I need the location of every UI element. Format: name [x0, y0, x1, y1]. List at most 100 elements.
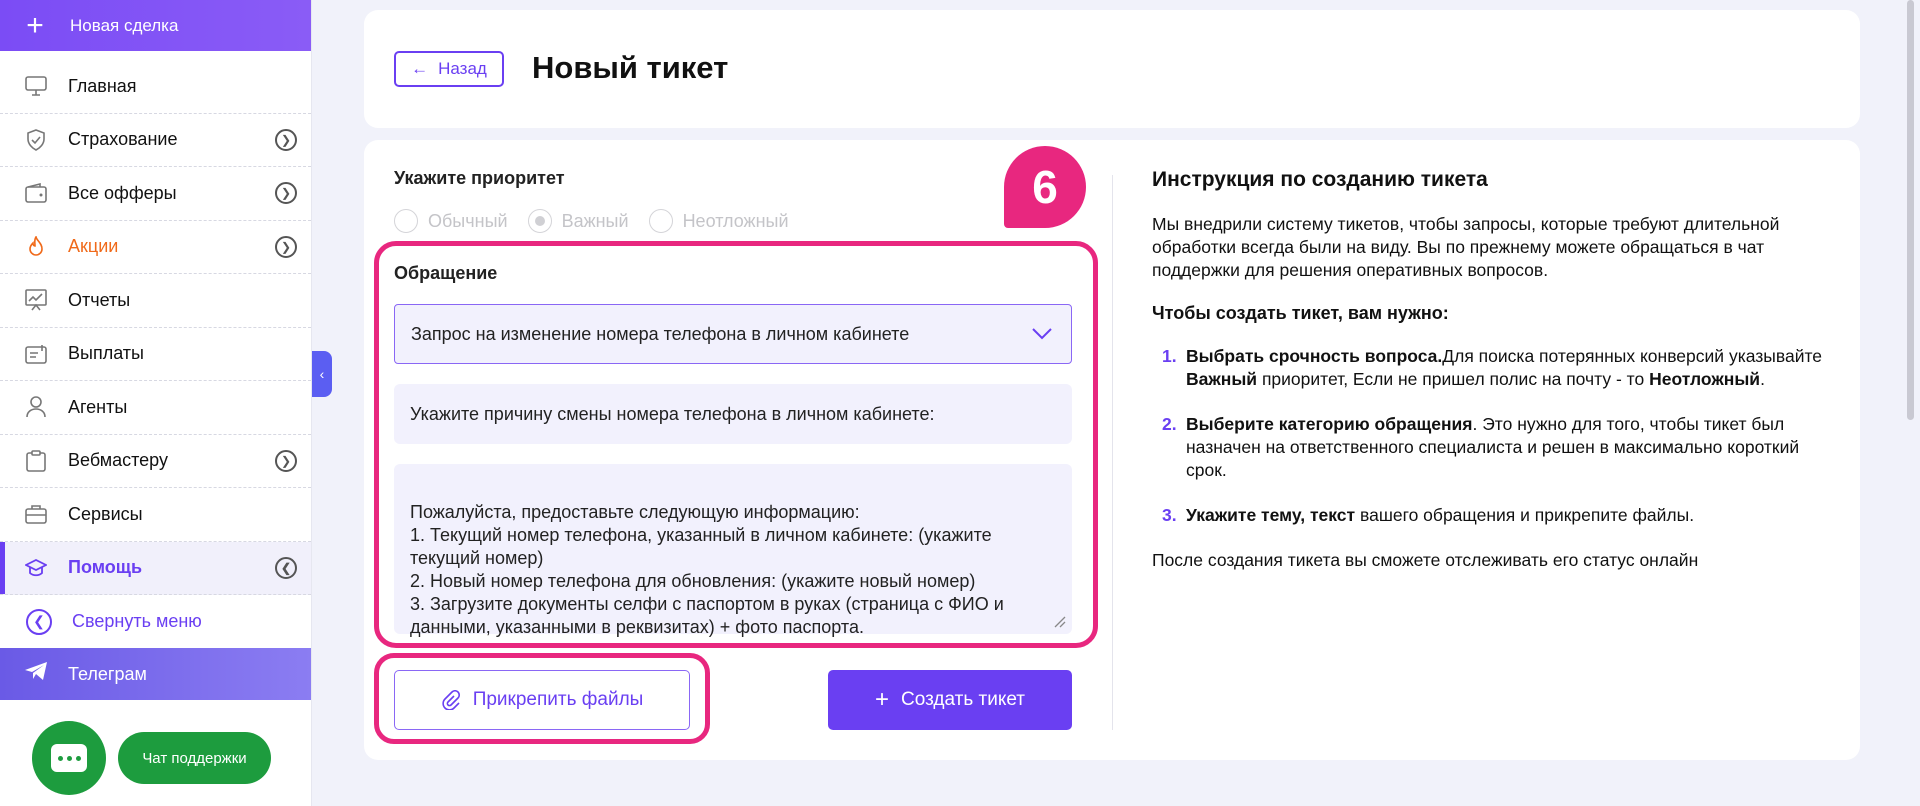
instructions-footer: После создания тикета вы сможете отслежи…	[1152, 550, 1699, 570]
chevron-left-icon: ‹	[319, 366, 325, 382]
priority-radio-normal[interactable]: Обычный	[394, 209, 508, 233]
header-card: ← Назад Новый тикет	[364, 10, 1860, 128]
step-bold: Укажите тему, текст	[1186, 505, 1356, 525]
step-bold: Выбрать срочность вопроса.	[1186, 346, 1443, 366]
graduation-icon	[24, 556, 48, 580]
sidebar-item-agents[interactable]: Агенты	[0, 381, 311, 435]
fire-icon	[24, 235, 48, 259]
sidebar-item-insurance[interactable]: Страхование ❯	[0, 114, 311, 167]
priority-radio-group: Обычный Важный Неотложный	[394, 209, 789, 233]
highlight-frame-request	[374, 241, 1098, 648]
radio-label: Важный	[561, 210, 629, 231]
payout-icon	[24, 342, 48, 366]
clipboard-icon	[24, 449, 48, 473]
sidebar-item-label: Все офферы	[68, 182, 177, 203]
sidebar-menu: Главная Страхование ❯ Все офферы ❯ Акции…	[0, 60, 311, 595]
telegram-label: Телеграм	[68, 663, 147, 684]
radio-label: Обычный	[428, 210, 508, 231]
shield-icon	[24, 128, 48, 152]
plus-icon: +	[875, 686, 890, 713]
step-bold: Выберите категорию обращения	[1186, 414, 1473, 434]
step-body: приоритет, Если не пришел полис на почту…	[1261, 369, 1645, 389]
create-ticket-button[interactable]: + Создать тикет	[828, 670, 1072, 730]
instructions-steps: 1. Выбрать срочность вопроса.Для поиска …	[1162, 345, 1832, 527]
sidebar-item-label: Агенты	[68, 396, 128, 417]
step-text: Укажите тему, текст вашего обращения и п…	[1186, 504, 1694, 527]
instruction-step: 2. Выберите категорию обращения. Это нуж…	[1162, 413, 1832, 482]
sidebar-item-label: Акции	[68, 236, 119, 257]
step-body: Для поиска потерянных конверсий указывай…	[1442, 346, 1823, 366]
chat-support-button[interactable]: Чат поддержки	[118, 732, 271, 784]
instruction-step: 1. Выбрать срочность вопроса.Для поиска …	[1162, 345, 1832, 391]
step-number-badge: 6	[1004, 146, 1086, 228]
sidebar-item-webmaster[interactable]: Вебмастеру ❯	[0, 435, 311, 488]
chart-board-icon	[24, 288, 48, 312]
sidebar-item-label: Помощь	[68, 557, 143, 578]
wallet-icon	[24, 181, 48, 205]
step-text: Выберите категорию обращения. Это нужно …	[1186, 413, 1832, 482]
sidebar-item-home[interactable]: Главная	[0, 60, 311, 114]
collapse-menu-button[interactable]: ❮ Свернуть меню	[0, 595, 311, 648]
step-bold: Неотложный	[1649, 369, 1761, 389]
monitor-icon	[24, 74, 48, 98]
telegram-icon	[24, 661, 48, 687]
ticket-form-card: Укажите приоритет Обычный Важный Неотлож…	[364, 140, 1860, 760]
sidebar-item-payouts[interactable]: Выплаты	[0, 328, 311, 381]
new-deal-button[interactable]: + Новая сделка	[0, 0, 311, 51]
step-number: 2.	[1162, 414, 1177, 434]
new-deal-label: Новая сделка	[70, 15, 179, 35]
arrow-left-icon: ←	[411, 59, 429, 78]
back-label: Назад	[438, 59, 487, 78]
back-button[interactable]: ← Назад	[394, 51, 504, 87]
chevron-right-icon[interactable]: ❯	[275, 128, 297, 151]
sidebar-item-reports[interactable]: Отчеты	[0, 274, 311, 328]
sidebar-item-label: Отчеты	[68, 289, 131, 310]
sidebar-item-promotions[interactable]: Акции ❯	[0, 221, 311, 274]
chevron-left-icon: ❮	[26, 608, 52, 635]
sidebar-item-label: Выплаты	[68, 343, 144, 364]
priority-radio-important[interactable]: Важный	[527, 209, 629, 233]
step-text: Выбрать срочность вопроса.Для поиска пот…	[1186, 345, 1832, 391]
radio-circle	[394, 209, 418, 233]
radio-circle-selected	[527, 209, 552, 233]
user-icon	[24, 395, 48, 419]
step-body: вашего обращения и прикрепите файлы.	[1359, 505, 1695, 525]
sidebar-item-label: Сервисы	[68, 503, 143, 524]
instruction-step: 3. Укажите тему, текст вашего обращения …	[1162, 504, 1832, 527]
step-number: 3.	[1162, 505, 1177, 525]
vertical-divider	[1112, 175, 1113, 730]
priority-label: Укажите приоритет	[394, 168, 565, 188]
chat-support-fab[interactable]	[32, 721, 106, 795]
sidebar-item-label: Главная	[68, 75, 137, 96]
collapse-menu-label: Свернуть меню	[72, 611, 202, 631]
highlight-frame-attach	[374, 653, 710, 744]
sidebar-item-offers[interactable]: Все офферы ❯	[0, 167, 311, 221]
page-title: Новый тикет	[532, 50, 729, 85]
chevron-right-icon[interactable]: ❯	[275, 182, 297, 205]
sidebar-item-services[interactable]: Сервисы	[0, 488, 311, 542]
step-number: 1.	[1162, 346, 1177, 366]
briefcase-icon	[24, 502, 48, 526]
step-bold: Важный	[1186, 369, 1258, 389]
sidebar-item-label: Страхование	[68, 129, 178, 150]
step-body: .	[1760, 369, 1765, 389]
priority-radio-urgent[interactable]: Неотложный	[648, 209, 789, 233]
chevron-left-icon[interactable]: ❮	[275, 556, 297, 579]
radio-label: Неотложный	[682, 210, 789, 231]
instructions-panel: Инструкция по созданию тикета Мы внедрил…	[1152, 168, 1832, 592]
chevron-right-icon[interactable]: ❯	[275, 235, 297, 258]
sidebar-item-label: Вебмастеру	[68, 450, 168, 471]
sidebar-toggle-tab[interactable]: ‹	[312, 351, 332, 397]
page-scrollbar[interactable]	[1907, 0, 1914, 420]
sidebar-item-help[interactable]: Помощь ❮	[0, 541, 311, 595]
plus-icon: +	[26, 8, 44, 42]
instructions-subhead: Чтобы создать тикет, вам нужно:	[1152, 303, 1449, 323]
radio-circle	[648, 209, 673, 233]
telegram-link[interactable]: Телеграм	[0, 648, 311, 700]
instructions-intro: Мы внедрили систему тикетов, чтобы запро…	[1152, 214, 1780, 280]
chevron-right-icon[interactable]: ❯	[275, 449, 297, 472]
instructions-title: Инструкция по созданию тикета	[1152, 168, 1488, 191]
sidebar: + Новая сделка Главная Страхование ❯ Все…	[0, 0, 312, 806]
create-ticket-label: Создать тикет	[901, 689, 1025, 710]
chat-bubble-icon	[51, 744, 87, 772]
